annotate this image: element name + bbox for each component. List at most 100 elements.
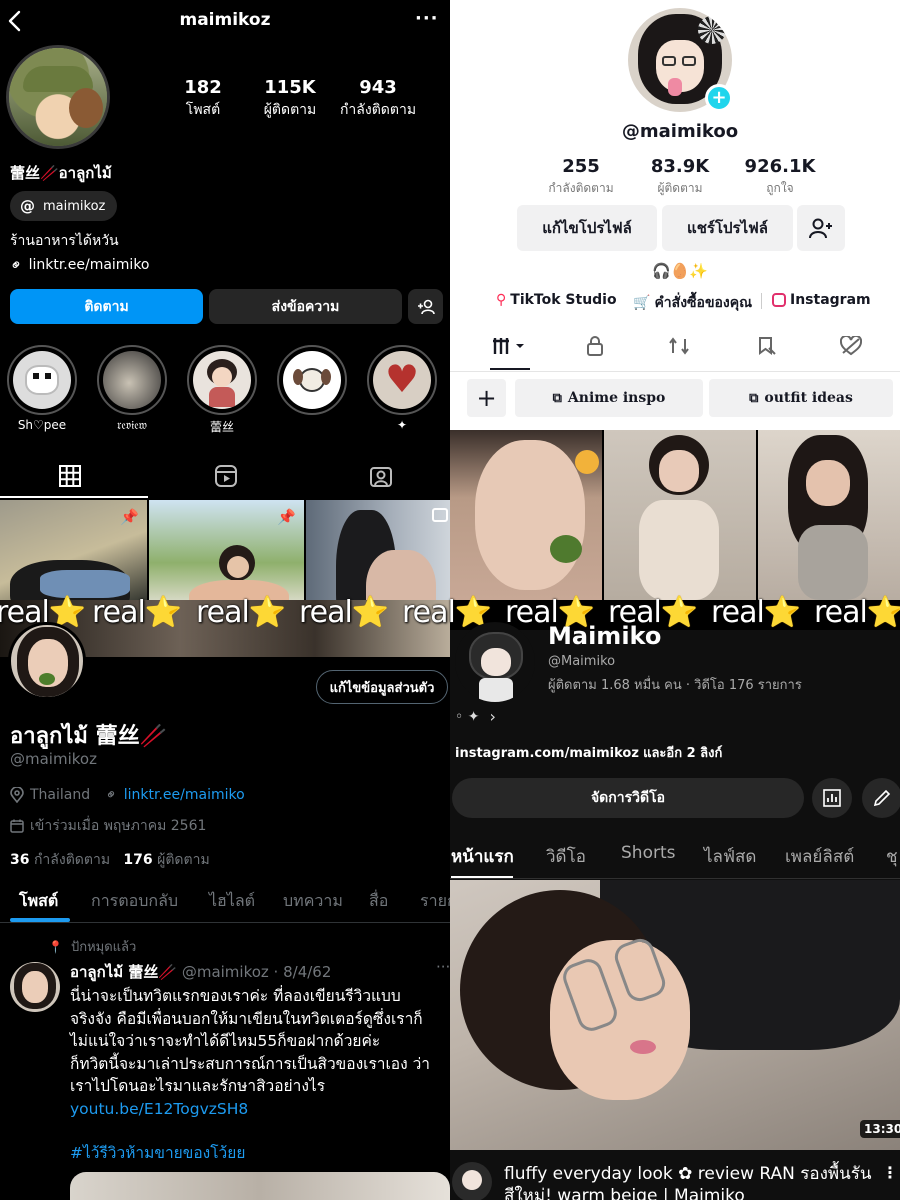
highlight-heart[interactable]: ♥	[367, 345, 437, 415]
dog-ear	[293, 369, 303, 385]
tiktok-studio-link[interactable]: ⚲ TikTok Studio	[496, 292, 617, 308]
add-playlist-button[interactable]: +	[467, 379, 506, 417]
tt-video-thumbnail[interactable]	[450, 430, 602, 600]
photo-subject-shape	[39, 673, 55, 685]
yt-video-channel-avatar[interactable]	[452, 1162, 492, 1200]
playlist-label: outfit ideas	[764, 390, 853, 406]
tweet-link[interactable]: youtu.be/E12TogvzSH8	[70, 1098, 430, 1121]
follow-button[interactable]: ติดตาม	[10, 289, 203, 324]
yt-video-title[interactable]: fluffy everyday look ✿ review RAN รองพื้…	[504, 1163, 872, 1200]
saved-icon[interactable]	[755, 334, 779, 358]
add-avatar-plus-icon[interactable]: +	[705, 84, 733, 112]
add-friend-icon[interactable]	[797, 205, 845, 251]
avatar-glasses	[682, 56, 696, 66]
message-button[interactable]: ส่งข้อความ	[209, 289, 402, 324]
grid-icon[interactable]	[55, 462, 85, 490]
yt-link-more[interactable]: และอีก 2 ลิงก์	[643, 746, 722, 761]
edit-profile-button[interactable]: แก้ไขข้อมูลส่วนตัว	[316, 670, 448, 704]
yt-link[interactable]: instagram.com/maimikoz	[455, 746, 639, 761]
highlight-dog[interactable]	[277, 345, 347, 415]
tt-followers-count[interactable]: 83.9K	[625, 156, 735, 177]
videos-grid-icon[interactable]	[490, 334, 530, 358]
video-more-icon[interactable]: ⋮	[882, 1163, 898, 1182]
edit-profile-button[interactable]: แก้ไขโปรไฟล์	[517, 205, 657, 251]
yt-avatar[interactable]	[455, 622, 535, 702]
ig-following-count[interactable]: 943	[333, 77, 423, 98]
yt-featured-video-thumbnail[interactable]: 13:30	[450, 880, 900, 1150]
tt-video-thumbnail[interactable]	[758, 430, 900, 600]
repost-icon[interactable]	[667, 334, 691, 358]
liked-icon[interactable]	[839, 334, 863, 358]
tweet-date[interactable]: 8/4/62	[283, 963, 331, 981]
tt-following-count[interactable]: 255	[526, 156, 636, 177]
highlight-shopee[interactable]	[7, 345, 77, 415]
highlight-lace[interactable]	[187, 345, 257, 415]
playlist-outfit-ideas[interactable]: ⧉ outfit ideas	[709, 379, 893, 417]
highlight-lace-cover	[193, 351, 251, 409]
playlist-anime-inspo[interactable]: ⧉ Anime inspo	[515, 379, 703, 417]
orders-link[interactable]: 🛒 คำสั่งซื้อของคุณ	[633, 292, 752, 314]
tt-video-thumbnail[interactable]	[604, 430, 756, 600]
video-title-line: fluffy everyday look ✿ review RAN รองพื้…	[504, 1164, 872, 1184]
tweet-media-image[interactable]	[70, 1172, 450, 1200]
ig-link[interactable]: linktr.ee/maimiko	[29, 257, 150, 273]
ig-followers-count[interactable]: 115K	[245, 77, 335, 98]
yt-links[interactable]: instagram.com/maimikoz และอีก 2 ลิงก์	[455, 742, 722, 763]
tweet-hashtag[interactable]: #ไว้รีวิวห้ามขายของโว้ยย	[70, 1142, 430, 1165]
tweet-text-line: นี่น่าจะเป็นทวิตแรกของเราค่ะ ที่ลองเขียน…	[70, 987, 401, 1005]
ig-avatar[interactable]	[6, 45, 110, 149]
x-link-row[interactable]: ⚭ linktr.ee/maimiko	[102, 785, 245, 805]
more-options-icon[interactable]: ···	[415, 8, 439, 29]
manage-videos-button[interactable]: จัดการวิดีโอ	[452, 778, 804, 818]
tab-highlights[interactable]: ไฮไลต์	[209, 889, 255, 914]
x-follow-counts[interactable]: 36 กำลังติดตาม 176 ผู้ติดตาม	[10, 849, 210, 871]
tweet-more-icon[interactable]: ···	[436, 958, 450, 976]
pin-icon: 📍	[48, 939, 63, 954]
location-pin-icon	[10, 787, 24, 803]
x-avatar[interactable]	[8, 622, 86, 700]
tagged-icon[interactable]	[366, 462, 396, 490]
yt-tab-live[interactable]: ไลฟ์สด	[704, 843, 756, 870]
banner-item: real⭐	[196, 595, 286, 630]
ig-following-label[interactable]: กำลังติดตาม	[323, 99, 433, 121]
reels-icon[interactable]	[211, 462, 241, 490]
yt-tab-playlists[interactable]: เพลย์ลิสต์	[785, 843, 854, 870]
add-user-icon[interactable]	[408, 289, 443, 324]
avatar-face-shape	[481, 648, 511, 676]
tweet-author-name[interactable]: อาลูกไม้ 蕾丝🥢	[70, 963, 177, 981]
tab-articles[interactable]: บทความ	[283, 889, 343, 914]
x-followers-label[interactable]: ผู้ติดตาม	[157, 852, 210, 868]
x-following-count[interactable]: 36	[10, 852, 29, 868]
tt-followers-label[interactable]: ผู้ติดตาม	[625, 179, 735, 198]
threads-badge[interactable]: @ maimikoz	[10, 191, 118, 221]
yt-tab-more[interactable]: ชุ	[886, 843, 898, 870]
tab-replies[interactable]: การตอบกลับ	[91, 889, 178, 914]
playlist-icon: ⧉	[552, 390, 562, 406]
analytics-icon[interactable]	[812, 778, 852, 818]
tweet-author-handle[interactable]: @maimikoz	[182, 963, 269, 981]
back-arrow-icon[interactable]	[4, 8, 24, 34]
share-profile-button[interactable]: แชร์โปรไฟล์	[662, 205, 793, 251]
avatar-face-shape	[212, 367, 232, 387]
yt-tab-home[interactable]: หน้าแรก	[451, 843, 514, 870]
edit-pencil-icon[interactable]	[862, 778, 900, 818]
tab-media[interactable]: สื่อ	[369, 889, 388, 914]
yt-description[interactable]: ◦ ✦ ›	[455, 707, 496, 726]
yt-tab-videos[interactable]: วิดีโอ	[546, 843, 586, 870]
highlight-review[interactable]	[97, 345, 167, 415]
tab-posts[interactable]: โพสต์	[19, 889, 58, 914]
tt-following-label[interactable]: กำลังติดตาม	[526, 179, 636, 198]
yt-tab-shorts[interactable]: Shorts	[621, 843, 675, 863]
x-display-name: อาลูกไม้ 蕾丝🥢	[10, 724, 167, 749]
tweet-text-line: เราไปโดนอะไรมาและรักษาสิวอย่างไร	[70, 1077, 326, 1095]
tweet-avatar[interactable]	[10, 962, 60, 1012]
instagram-link[interactable]: Instagram	[772, 292, 871, 308]
lock-icon[interactable]	[583, 334, 607, 358]
ig-bio: ร้านอาหารได้หวัน	[10, 233, 119, 249]
sticker-eye	[45, 373, 51, 379]
x-followers-count[interactable]: 176	[123, 852, 152, 868]
divider	[761, 293, 762, 309]
ig-link-row[interactable]: ⚭ linktr.ee/maimiko	[5, 254, 150, 276]
x-link[interactable]: linktr.ee/maimiko	[124, 787, 245, 803]
x-following-label[interactable]: กำลังติดตาม	[34, 852, 110, 868]
